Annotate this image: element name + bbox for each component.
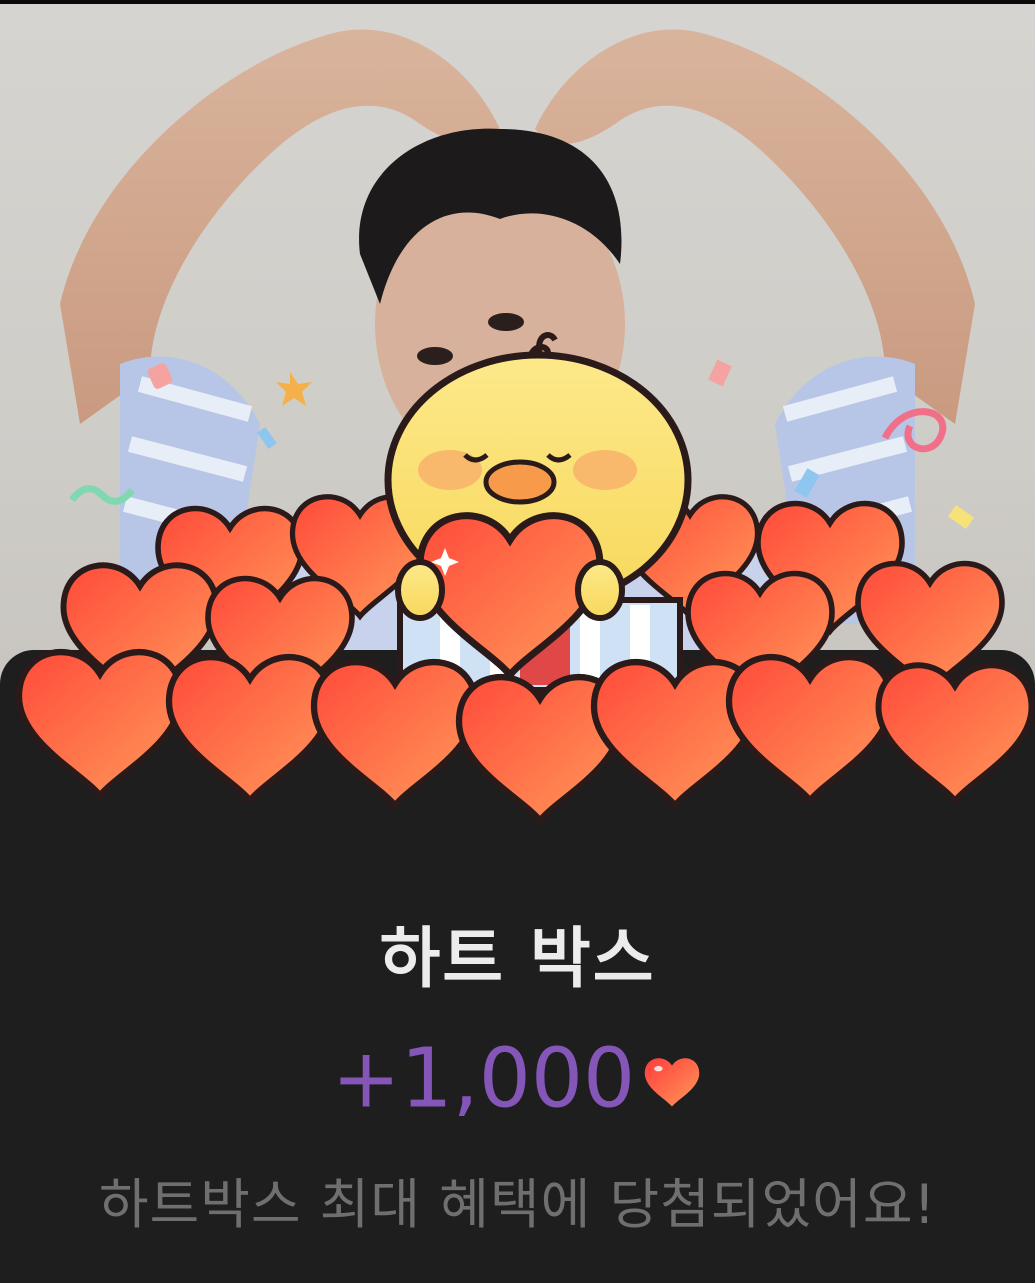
heart-box-reward-screen: 하트 박스 +1,000 하트박스 최대 혜택에 당첨되었어요!	[0, 0, 1035, 1283]
reward-amount-row: +1,000	[0, 1030, 1035, 1125]
reward-message: 하트박스 최대 혜택에 당첨되었어요!	[98, 1173, 937, 1236]
reward-title: 하트 박스	[379, 920, 656, 997]
reward-amount: +1,000	[331, 1031, 636, 1127]
artist-photo	[0, 4, 1035, 704]
heart-icon	[644, 1057, 700, 1107]
